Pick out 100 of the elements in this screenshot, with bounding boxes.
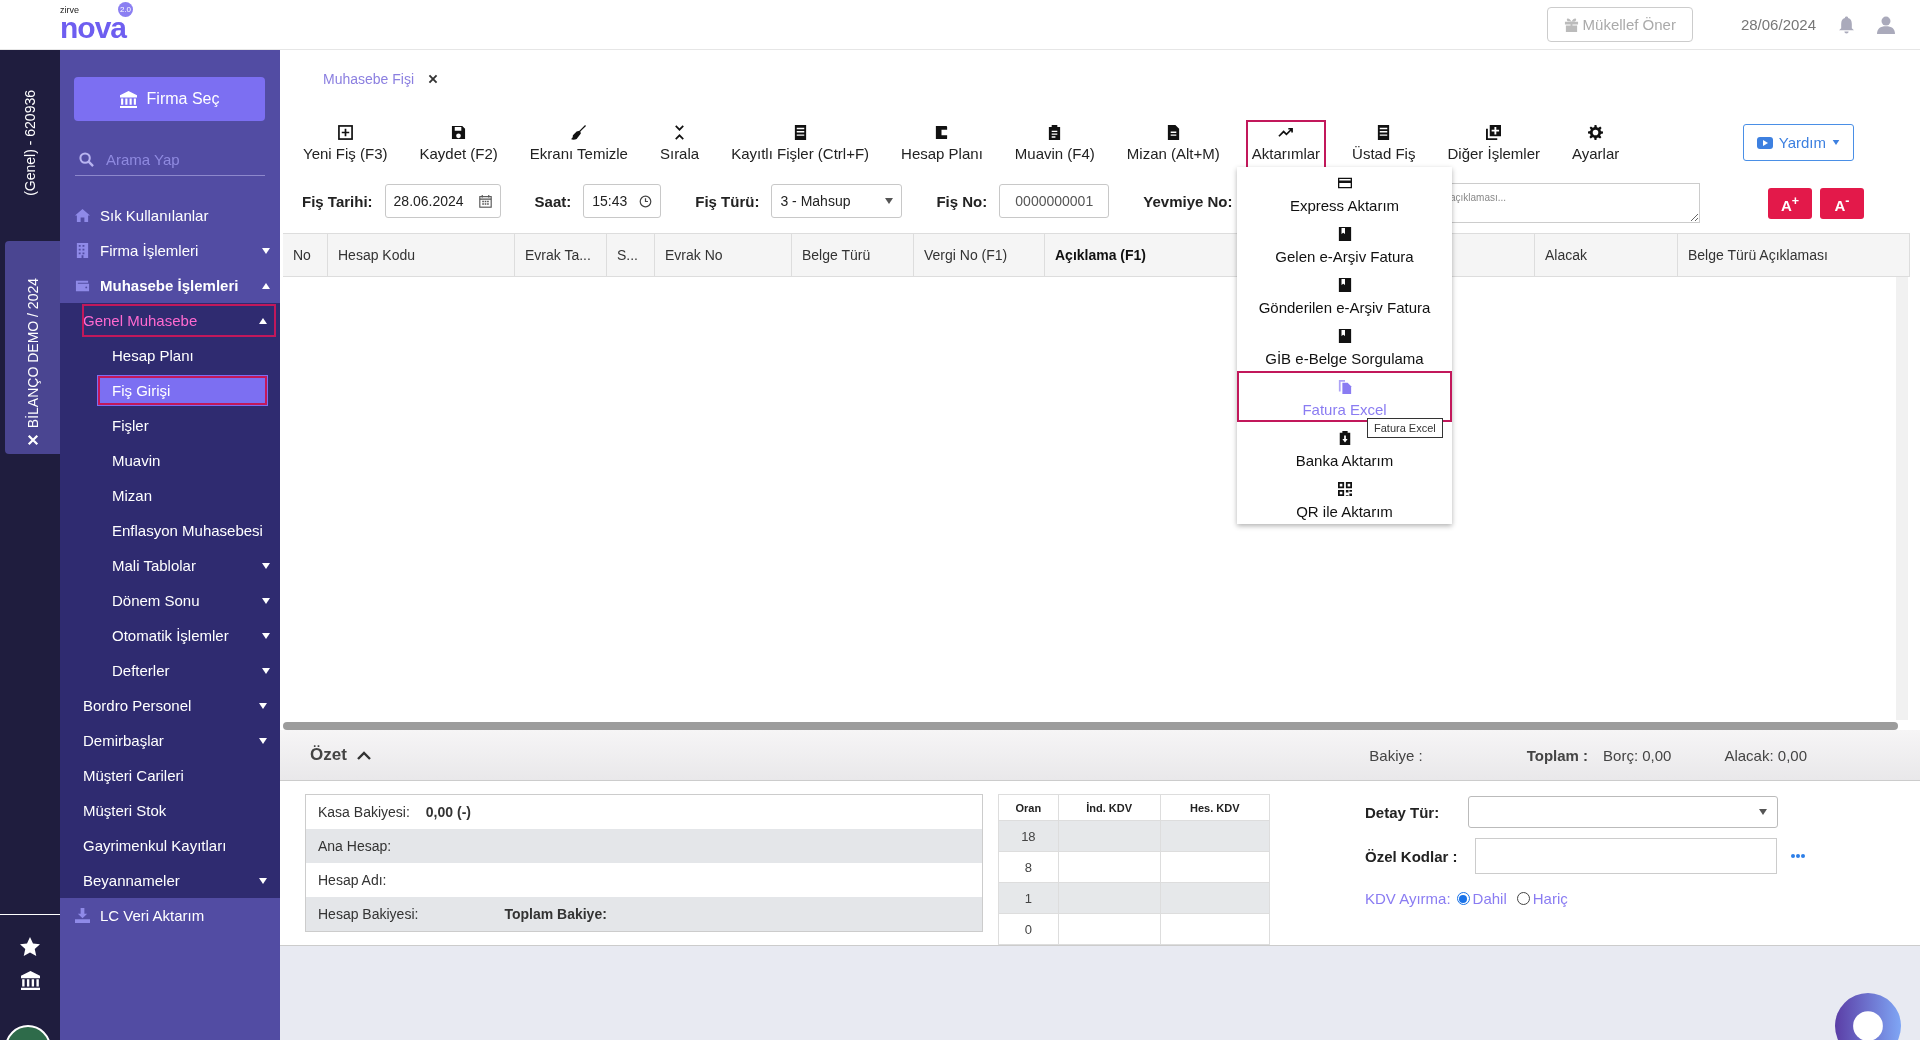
toolbar-button[interactable]: Sırala — [654, 121, 705, 168]
search-field[interactable]: Arama Yap — [106, 151, 256, 168]
toolbar-button[interactable]: Ekranı Temizle — [524, 121, 633, 168]
column-header: İnd. KDV — [1058, 794, 1161, 821]
sidebar-item[interactable]: Defterler — [60, 653, 280, 688]
select-field[interactable] — [1468, 796, 1778, 828]
column-header[interactable]: Evrak Ta... — [515, 234, 607, 276]
sidebar-item[interactable]: Genel Muhasebe — [81, 303, 277, 338]
list-icon — [792, 125, 808, 140]
sidebar-item[interactable]: Dönem Sonu — [60, 583, 280, 618]
column-header[interactable]: Hesap Kodu — [328, 234, 515, 276]
input-field[interactable]: 0000000001 — [999, 184, 1110, 218]
sidebar-item[interactable]: Müşteri Stok — [81, 793, 277, 828]
column-header: Oran — [998, 794, 1059, 821]
toolbar-button[interactable]: Aktarımlar — [1246, 121, 1326, 168]
toolbar-button[interactable]: Muavin (F4) — [1009, 121, 1100, 168]
sidebar-item[interactable]: Hesap Planı — [60, 338, 280, 373]
sidebar-item[interactable]: Sık Kullanılanlar — [60, 198, 280, 233]
close-icon[interactable] — [428, 73, 439, 84]
total-label: Toplam : — [1526, 746, 1589, 764]
column-header[interactable]: Alacak — [1535, 234, 1678, 276]
summary-title: Özet — [310, 745, 347, 765]
field-label: Fiş Tarihi: — [302, 192, 373, 210]
sidebar-item[interactable]: Firma İşlemleri — [60, 233, 280, 268]
info-label: Hesap Adı: — [318, 872, 387, 888]
search-icon — [79, 152, 94, 167]
date-field[interactable]: 28.06.2024 — [384, 184, 501, 218]
info-value: 0,00 (-) — [425, 804, 471, 820]
star-icon[interactable] — [20, 937, 40, 957]
bookmark-icon — [1337, 227, 1352, 241]
toolbar-button[interactable]: Mizan (Alt+M) — [1121, 121, 1225, 168]
toolbar-button[interactable]: Yeni Fiş (F3) — [298, 121, 393, 168]
copy-plus-icon — [1486, 125, 1502, 140]
column-header[interactable]: Belge Türü — [792, 234, 914, 276]
sidebar-item[interactable]: LC Veri Aktarım — [60, 898, 280, 933]
sidebar-item[interactable]: Demirbaşlar — [81, 723, 277, 758]
toolbar-button[interactable]: Diğer İşlemler — [1442, 121, 1545, 168]
sidebar-item[interactable]: Bordro Personel — [81, 688, 277, 723]
company-select-button[interactable]: Firma Seç — [74, 77, 265, 121]
menu-item[interactable]: Express Aktarım — [1237, 167, 1452, 218]
toolbar-button[interactable]: Kaydet (F2) — [414, 121, 503, 168]
sidebar-item[interactable]: Otomatik İşlemler — [60, 618, 280, 653]
menu-item[interactable]: Gelen e-Arşiv Fatura — [1237, 218, 1452, 269]
info-label: Ana Hesap: — [318, 838, 392, 854]
menu-item[interactable]: GİB e-Belge Sorgulama — [1237, 320, 1452, 371]
sidebar-item[interactable]: Mali Tablolar — [60, 548, 280, 583]
sidebar-item[interactable]: Müşteri Carileri — [81, 758, 277, 793]
sidebar-item[interactable]: Muavin — [60, 443, 280, 478]
chat-icon[interactable] — [1835, 993, 1901, 1040]
toolbar-button[interactable]: Kayıtlı Fişler (Ctrl+F) — [726, 121, 875, 168]
tab[interactable]: Muhasebe Fişi — [323, 70, 415, 87]
column-header[interactable]: Evrak No — [655, 234, 792, 276]
font-decrease-button[interactable]: A$^{-}$ — [1820, 188, 1864, 219]
building-icon — [75, 243, 90, 258]
column-header[interactable]: Vergi No (F1) — [914, 234, 1045, 276]
field-label: Fiş Türü: — [695, 192, 760, 210]
wallet-icon — [75, 278, 90, 293]
sidebar-item[interactable]: Gayrimenkul Kayıtları — [81, 828, 277, 863]
toolbar-button[interactable]: Üstad Fiş — [1347, 121, 1421, 168]
balance-label: Bakiye : — [1369, 746, 1423, 764]
sidebar-item[interactable]: Fişler — [60, 408, 280, 443]
sidebar-item[interactable]: Enflasyon Muhasebesi — [60, 513, 280, 548]
font-increase-button[interactable]: A$^{+}$ — [1768, 188, 1812, 219]
tooltip: Fatura Excel — [1367, 418, 1443, 438]
horizontal-scrollbar[interactable] — [283, 722, 1898, 730]
book-icon — [934, 125, 950, 140]
vertical-scrollbar[interactable] — [1896, 277, 1908, 720]
menu-item[interactable]: Gönderilen e-Arşiv Fatura — [1237, 269, 1452, 320]
sidebar-item[interactable]: Muhasebe İşlemleri — [60, 268, 280, 303]
column-header[interactable]: Belge Türü Açıklaması — [1678, 234, 1910, 276]
column-header[interactable]: No — [283, 234, 328, 276]
time-field[interactable]: 15:43 — [583, 184, 662, 218]
toolbar-button[interactable]: Ayarlar — [1567, 121, 1625, 168]
help-button[interactable]: Yardım — [1742, 124, 1854, 161]
document-icon — [1165, 125, 1181, 140]
files-icon — [1337, 380, 1352, 394]
input-field[interactable] — [1475, 838, 1777, 874]
clock-icon — [639, 194, 653, 208]
clipboard-icon — [1337, 431, 1352, 445]
more-icon[interactable] — [1791, 853, 1805, 859]
field-label: Detay Tür: — [1365, 803, 1441, 821]
save-icon — [451, 125, 467, 140]
select-field[interactable]: 3 - Mahsup — [771, 184, 903, 218]
workspace-label: BİLANÇO DEMO / 2024 — [24, 277, 41, 428]
info-label: Kasa Bakiyesi: — [318, 804, 410, 820]
toolbar-button[interactable]: Hesap Planı — [896, 121, 988, 168]
bank-icon[interactable] — [20, 971, 40, 990]
column-header[interactable]: S... — [607, 234, 655, 276]
sidebar-item[interactable]: Mizan — [60, 478, 280, 513]
broom-icon — [571, 125, 587, 140]
table-cell: 1 — [998, 882, 1059, 914]
sidebar-item[interactable]: Fiş Girişi — [97, 375, 268, 406]
download-icon — [75, 908, 90, 923]
column-header: Hes. KDV — [1160, 794, 1270, 821]
bookmark-icon — [1337, 278, 1352, 292]
sidebar-item[interactable]: Beyannameler — [81, 863, 277, 898]
card-icon — [1337, 176, 1352, 190]
workspace-tab[interactable]: BİLANÇO DEMO / 2024 — [5, 240, 60, 454]
chevron-up-icon[interactable] — [356, 749, 371, 761]
menu-item[interactable]: QR ile Aktarım — [1237, 473, 1452, 524]
